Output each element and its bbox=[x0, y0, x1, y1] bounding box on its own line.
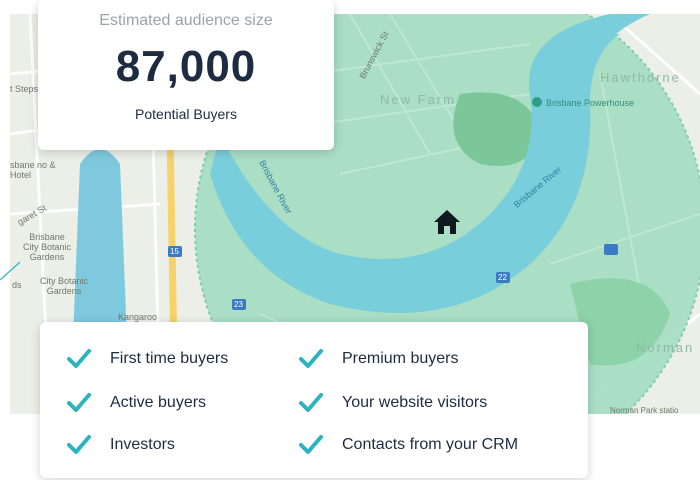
feature-item: Contacts from your CRM bbox=[298, 430, 518, 460]
feature-item: Active buyers bbox=[66, 388, 206, 418]
feature-item: Investors bbox=[66, 430, 175, 460]
feature-label: Premium buyers bbox=[342, 350, 459, 367]
audience-subtitle: Potential Buyers bbox=[135, 106, 237, 122]
audience-count: 87,000 bbox=[115, 42, 257, 91]
map-label-new-farm: New Farm bbox=[380, 92, 456, 107]
audience-title: Estimated audience size bbox=[99, 12, 273, 29]
feature-item: Premium buyers bbox=[298, 344, 458, 374]
route-shield-15: 15 bbox=[170, 247, 179, 256]
check-icon bbox=[299, 349, 323, 368]
check-icon bbox=[67, 349, 91, 368]
feature-label: First time buyers bbox=[110, 350, 229, 367]
feature-label: Active buyers bbox=[110, 394, 207, 411]
home-icon bbox=[434, 210, 460, 234]
check-icon bbox=[67, 435, 91, 454]
map-label-norman-park: Norman Park statio bbox=[610, 406, 679, 414]
check-icon bbox=[299, 435, 323, 454]
map-label-norman: Norman bbox=[636, 340, 695, 355]
audience-size-card: Estimated audience size 87,000 Potential… bbox=[38, 0, 334, 150]
map-label-powerhouse: Brisbane Powerhouse bbox=[546, 98, 635, 108]
check-icon bbox=[67, 393, 91, 412]
route-shield-23: 23 bbox=[234, 300, 243, 309]
audience-features-card: First time buyers Premium buyers Active … bbox=[40, 322, 588, 478]
feature-label: Contacts from your CRM bbox=[342, 436, 519, 453]
route-shield-22: 22 bbox=[498, 273, 507, 282]
pointer-line bbox=[0, 261, 21, 281]
feature-item: Your website visitors bbox=[298, 388, 487, 418]
feature-item: First time buyers bbox=[66, 344, 228, 374]
map-label-kangaroo: Kangaroo bbox=[118, 312, 158, 322]
map-label-hawthorne: Hawthorne bbox=[600, 70, 681, 85]
powerhouse-pin bbox=[532, 97, 542, 107]
feature-label: Investors bbox=[110, 436, 175, 453]
map-label-botanic-2: City Botanic Gardens bbox=[39, 276, 89, 296]
check-icon bbox=[299, 393, 323, 412]
feature-label: Your website visitors bbox=[342, 394, 488, 411]
